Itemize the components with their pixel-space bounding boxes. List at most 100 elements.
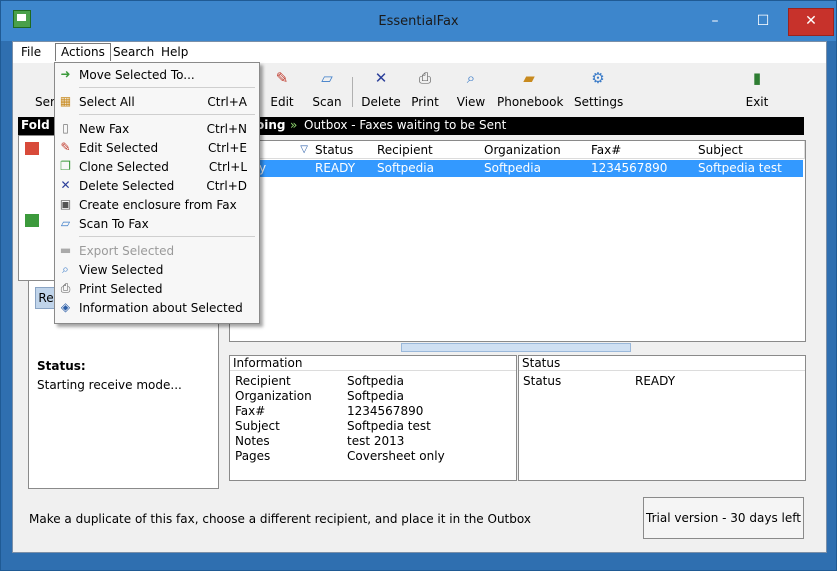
menu-item-information[interactable]: ◈ Information about Selected: [55, 299, 259, 317]
menu-separator: [79, 236, 255, 237]
status-panel: Status Status READY: [518, 355, 806, 481]
menu-item-clone-selected[interactable]: ❐ Clone Selected Ctrl+L: [55, 158, 259, 176]
status-label: Status:: [37, 359, 86, 373]
delete-x-icon: ✕: [374, 69, 388, 87]
toolbar-separator: [352, 77, 353, 107]
info-value: test 2013: [347, 434, 405, 448]
delete-label: Delete: [361, 95, 401, 109]
title-bar[interactable]: EssentialFax – ☐ ✕: [1, 1, 836, 41]
menu-search[interactable]: Search: [108, 44, 159, 61]
pane-splitter[interactable]: [401, 343, 631, 352]
column-header-organization[interactable]: Organization: [481, 141, 589, 159]
view-label: View: [456, 95, 486, 109]
info-key: Notes: [235, 434, 270, 448]
menu-item-select-all[interactable]: ▦ Select All Ctrl+A: [55, 93, 259, 111]
trial-badge: Trial version - 30 days left: [643, 497, 804, 539]
pencil-icon: ✎: [60, 140, 71, 154]
status-key: Status: [523, 374, 562, 388]
menu-item-create-enclosure[interactable]: ▣ Create enclosure from Fax: [55, 196, 259, 214]
printer-icon: ⎙: [60, 281, 71, 295]
folder-arrow-icon: ➜: [60, 67, 71, 81]
cell-status: READY: [315, 161, 356, 175]
clone-icon: ❐: [60, 159, 71, 173]
info-value: Coversheet only: [347, 449, 445, 463]
scanner-icon: ▱: [321, 69, 333, 87]
phonebook-button[interactable]: ▰ Phonebook: [497, 69, 564, 111]
cell-fax-number: 1234567890: [591, 161, 668, 175]
settings-icon: ⚙: [591, 69, 605, 87]
column-header-status[interactable]: Status: [312, 141, 375, 159]
sort-desc-icon: ▽: [300, 144, 308, 155]
client-area: File Actions Search Help Ser ✎ Edit ▱ Sc…: [12, 41, 827, 553]
send-button[interactable]: Ser: [35, 69, 55, 111]
phonebook-icon: ▰: [523, 69, 535, 87]
info-key: Recipient: [235, 374, 291, 388]
edit-button[interactable]: ✎ Edit: [267, 69, 297, 111]
status-value: Starting receive mode...: [37, 378, 182, 392]
status-bar: Make a duplicate of this fax, choose a d…: [13, 490, 826, 552]
menu-item-view-selected[interactable]: ⌕ View Selected: [55, 261, 259, 279]
inbox-folder-icon[interactable]: [25, 214, 39, 227]
information-header: Information: [230, 356, 516, 371]
send-label: Ser: [35, 95, 55, 109]
enclosure-icon: ▣: [59, 197, 72, 211]
menu-item-new-fax[interactable]: ▯ New Fax Ctrl+N: [55, 120, 259, 138]
grid-icon: ▦: [59, 94, 72, 108]
forward-arrows-icon: »: [290, 118, 298, 132]
phonebook-label: Phonebook: [497, 95, 564, 109]
menu-help[interactable]: Help: [156, 44, 193, 61]
scan-button[interactable]: ▱ Scan: [310, 69, 344, 111]
menu-item-print-selected[interactable]: ⎙ Print Selected: [55, 280, 259, 298]
info-key: Organization: [235, 389, 312, 403]
menu-bar: File Actions Search Help: [13, 42, 826, 63]
info-key: Fax#: [235, 404, 266, 418]
actions-dropdown-menu: ➜ Move Selected To... ▦ Select All Ctrl+…: [54, 62, 260, 324]
export-icon: ▬: [59, 243, 72, 257]
outbox-description: Outbox - Faxes waiting to be Sent: [304, 118, 507, 132]
info-key: Subject: [235, 419, 280, 433]
menu-item-move-selected[interactable]: ➜ Move Selected To...: [55, 66, 259, 84]
delete-button[interactable]: ✕ Delete: [361, 69, 401, 111]
settings-label: Settings: [574, 95, 624, 109]
print-button[interactable]: ⎙ Print: [408, 69, 442, 111]
information-panel: Information Recipient Softpedia Organiza…: [229, 355, 517, 481]
info-diamond-icon: ◈: [60, 300, 71, 314]
magnifier-icon: ⌕: [466, 69, 476, 87]
info-value: Softpedia test: [347, 419, 431, 433]
fax-list[interactable]: fied ▽ Status Recipient Organization Fax…: [229, 140, 806, 342]
cell-recipient: Softpedia: [377, 161, 434, 175]
maximize-button[interactable]: ☐: [743, 9, 783, 33]
menu-item-delete-selected[interactable]: ✕ Delete Selected Ctrl+D: [55, 177, 259, 195]
column-header-recipient[interactable]: Recipient: [374, 141, 482, 159]
menu-item-scan-to-fax[interactable]: ▱ Scan To Fax: [55, 215, 259, 233]
menu-item-edit-selected[interactable]: ✎ Edit Selected Ctrl+E: [55, 139, 259, 157]
pencil-icon: ✎: [275, 69, 289, 87]
status-value-ready: READY: [635, 374, 676, 388]
menu-separator: [79, 114, 255, 115]
info-value: Softpedia: [347, 374, 404, 388]
cell-organization: Softpedia: [484, 161, 541, 175]
status-header: Status: [519, 356, 805, 371]
column-header-subject[interactable]: Subject: [695, 141, 805, 159]
document-icon: ▯: [62, 121, 69, 135]
info-value: 1234567890: [347, 404, 424, 418]
minimize-button[interactable]: –: [695, 9, 735, 33]
exit-door-icon: ▮: [752, 69, 762, 87]
table-row[interactable]: y READY Softpedia Softpedia 1234567890 S…: [231, 160, 803, 177]
view-button[interactable]: ⌕ View: [454, 69, 488, 111]
menu-actions[interactable]: Actions: [55, 43, 111, 61]
menu-file[interactable]: File: [16, 44, 46, 61]
outgoing-label: oing: [256, 118, 286, 132]
edit-label: Edit: [270, 95, 294, 109]
print-label: Print: [411, 95, 439, 109]
settings-button[interactable]: ⚙ Settings: [574, 69, 624, 111]
outbox-folder-icon[interactable]: [25, 142, 39, 155]
column-header-fax-number[interactable]: Fax#: [588, 141, 696, 159]
app-window: EssentialFax – ☐ ✕ File Actions Search H…: [0, 0, 837, 571]
close-button[interactable]: ✕: [788, 8, 834, 36]
cell-subject: Softpedia test: [698, 161, 782, 175]
menu-separator: [79, 87, 255, 88]
exit-button[interactable]: ▮ Exit: [743, 69, 771, 111]
magnifier-icon: ⌕: [62, 262, 69, 276]
info-value: Softpedia: [347, 389, 404, 403]
